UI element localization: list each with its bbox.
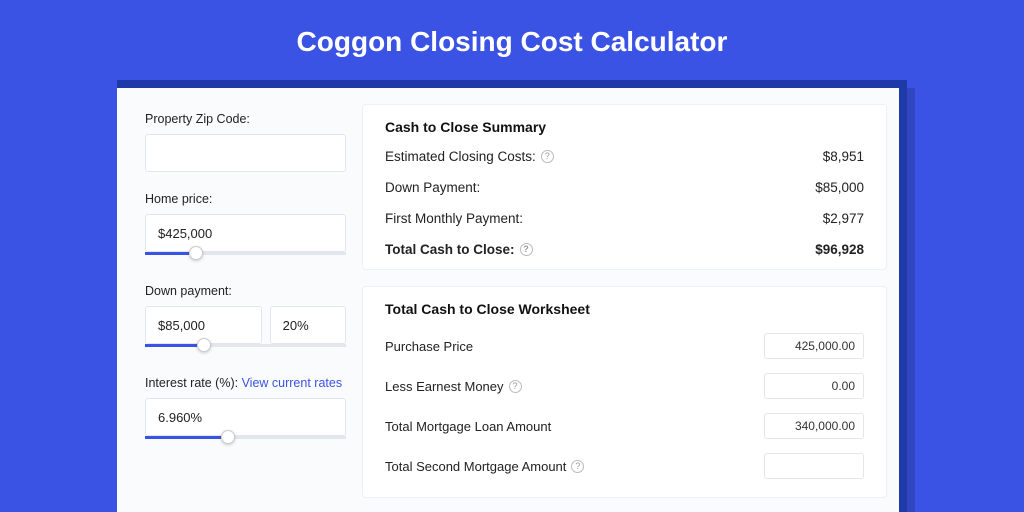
summary-row-total: Total Cash to Close: ? $96,928 [385,242,864,257]
slider-fill [145,252,189,255]
worksheet-label: Total Second Mortgage Amount [385,459,566,474]
summary-row-closing-costs: Estimated Closing Costs: ? $8,951 [385,149,864,164]
interest-rate-block: Interest rate (%): View current rates [145,376,346,454]
worksheet-title: Total Cash to Close Worksheet [385,301,864,317]
help-icon[interactable]: ? [520,243,533,256]
slider-thumb[interactable] [221,430,235,444]
zip-input[interactable] [145,134,346,172]
slider-fill [145,344,197,347]
home-price-input[interactable] [145,214,346,252]
summary-panel: Cash to Close Summary Estimated Closing … [362,104,887,270]
worksheet-row-earnest-money: Less Earnest Money ? [385,373,864,399]
slider-fill [145,436,221,439]
home-price-slider[interactable] [145,256,346,270]
summary-value: $8,951 [823,149,864,164]
slider-thumb[interactable] [197,338,211,352]
summary-value: $85,000 [815,180,864,195]
worksheet-input-second-mortgage[interactable] [764,453,864,479]
calculator-card: Property Zip Code: Home price: Down paym… [117,80,907,512]
worksheet-row-purchase-price: Purchase Price [385,333,864,359]
zip-block: Property Zip Code: [145,112,346,176]
down-payment-slider[interactable] [145,348,346,362]
summary-row-down-payment: Down Payment: $85,000 [385,180,864,195]
home-price-block: Home price: [145,192,346,270]
help-icon[interactable]: ? [571,460,584,473]
worksheet-row-second-mortgage: Total Second Mortgage Amount ? [385,453,864,479]
summary-total-label: Total Cash to Close: [385,242,515,257]
summary-label: First Monthly Payment: [385,211,523,226]
interest-rate-input[interactable] [145,398,346,436]
slider-thumb[interactable] [189,246,203,260]
calculator-body: Property Zip Code: Home price: Down paym… [117,88,899,512]
help-icon[interactable]: ? [509,380,522,393]
summary-value: $2,977 [823,211,864,226]
down-payment-label: Down payment: [145,284,346,298]
view-current-rates-link[interactable]: View current rates [242,376,343,390]
summary-label: Down Payment: [385,180,480,195]
summary-title: Cash to Close Summary [385,119,864,135]
interest-label-text: Interest rate (%): [145,376,242,390]
results-column: Cash to Close Summary Estimated Closing … [362,88,899,512]
worksheet-input-purchase-price[interactable] [764,333,864,359]
down-payment-percent-input[interactable] [270,306,346,344]
summary-total-value: $96,928 [815,242,864,257]
page-title: Coggon Closing Cost Calculator [0,0,1024,80]
worksheet-row-mortgage-amount: Total Mortgage Loan Amount [385,413,864,439]
worksheet-input-mortgage-amount[interactable] [764,413,864,439]
interest-rate-label: Interest rate (%): View current rates [145,376,346,390]
home-price-label: Home price: [145,192,346,206]
help-icon[interactable]: ? [541,150,554,163]
worksheet-label: Purchase Price [385,339,473,354]
worksheet-input-earnest-money[interactable] [764,373,864,399]
zip-label: Property Zip Code: [145,112,346,126]
summary-row-first-payment: First Monthly Payment: $2,977 [385,211,864,226]
interest-rate-slider[interactable] [145,440,346,454]
summary-label: Estimated Closing Costs: [385,149,536,164]
down-payment-block: Down payment: [145,284,346,362]
inputs-column: Property Zip Code: Home price: Down paym… [117,88,362,512]
worksheet-panel: Total Cash to Close Worksheet Purchase P… [362,286,887,498]
worksheet-label: Less Earnest Money [385,379,504,394]
worksheet-label: Total Mortgage Loan Amount [385,419,551,434]
